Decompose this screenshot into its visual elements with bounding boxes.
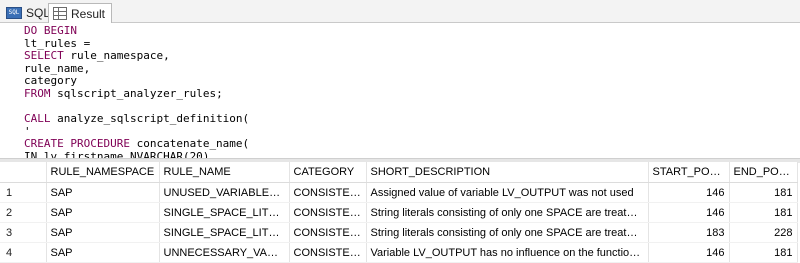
table-icon xyxy=(53,7,67,20)
table-cell[interactable]: UNNECESSARY_VARIABLE xyxy=(159,242,290,263)
table-cell[interactable]: 183 xyxy=(648,222,730,243)
column-header[interactable]: RULE_NAME xyxy=(159,162,290,183)
sql-editor[interactable]: DO BEGIN lt_rules = SELECT rule_namespace,… xyxy=(0,23,800,158)
grid-header: RULE_NAMESPACE RULE_NAME CATEGORY SHORT_DES… xyxy=(0,162,798,183)
code-line: FROM sqlscript_analyzer_rules; xyxy=(24,86,249,101)
table-cell[interactable]: CONSISTENCY xyxy=(289,222,367,243)
table-cell[interactable]: UNUSED_VARIABLE_VALUE xyxy=(159,182,290,203)
table-cell[interactable]: 181 xyxy=(729,202,798,223)
row-number[interactable]: 1 xyxy=(0,182,47,203)
column-header[interactable]: SHORT_DESCRIPTION xyxy=(366,162,649,183)
table-row[interactable]: 1SAPUNUSED_VARIABLE_VALUECONSISTENCYAssi… xyxy=(0,182,798,203)
table-row[interactable]: 2 SAP SINGLE_SPACE_LITERAL CONSISTENCY Strin… xyxy=(0,202,798,223)
table-cell[interactable]: SAP xyxy=(46,202,160,223)
tab-sql-label: SQL xyxy=(26,6,51,20)
table-cell[interactable]: 181 xyxy=(729,182,798,203)
tab-result[interactable]: Result xyxy=(48,3,113,23)
code-area[interactable]: DO BEGIN lt_rules = SELECT rule_namespace,… xyxy=(24,24,250,158)
table-cell[interactable]: SINGLE_SPACE_LITERAL xyxy=(159,222,290,243)
table-cell[interactable]: SAP xyxy=(46,242,160,263)
table-cell[interactable]: 146 xyxy=(648,182,730,203)
code-text: analyze_sqlscript_definition( xyxy=(50,112,250,126)
editor-gutter xyxy=(0,23,20,158)
column-header[interactable]: RULE_NAMESPACE xyxy=(46,162,160,183)
code-keyword: SELECT xyxy=(24,49,64,63)
table-cell[interactable]: Variable LV_OUTPUT has no influence on t… xyxy=(366,242,649,263)
row-number[interactable]: 4 xyxy=(0,242,47,263)
table-cell[interactable]: 228 xyxy=(729,222,798,243)
column-header[interactable]: CATEGORY xyxy=(289,162,367,183)
table-cell[interactable]: CONSISTENCY xyxy=(289,202,367,223)
row-number[interactable]: 3 xyxy=(0,222,47,243)
tab-result-label: Result xyxy=(71,6,106,21)
code-keyword: CREATE PROCEDURE xyxy=(24,137,130,151)
table-row[interactable]: 3 SAP SINGLE_SPACE_LITERAL CONSISTENCY Strin… xyxy=(0,222,798,243)
code-text: IN lv_firstname NVARCHAR(20) xyxy=(24,149,210,158)
table-cell[interactable]: String literals consisting of only one S… xyxy=(366,222,649,243)
sql-icon: SQL xyxy=(6,7,22,19)
table-cell[interactable]: Assigned value of variable LV_OUTPUT was… xyxy=(366,182,649,203)
table-row[interactable]: 4SAPUNNECESSARY_VARIABLECONSISTENCYVaria… xyxy=(0,242,798,263)
column-header[interactable] xyxy=(0,162,47,183)
table-cell[interactable]: SINGLE_SPACE_LITERAL xyxy=(159,202,290,223)
code-text: rule_namespace, xyxy=(63,49,170,63)
table-cell[interactable]: CONSISTENCY xyxy=(289,182,367,203)
table-cell[interactable]: 181 xyxy=(729,242,798,263)
code-line: IN lv_firstname NVARCHAR(20) xyxy=(24,149,249,158)
code-text: category xyxy=(24,74,77,88)
code-line: CALL analyze_sqlscript_definition( xyxy=(24,112,250,126)
code-keyword: FROM xyxy=(24,86,51,100)
table-cell[interactable]: String literals consisting of only one S… xyxy=(366,202,649,223)
code-text: rule_name, xyxy=(24,61,91,75)
column-header[interactable]: END_POSITION xyxy=(729,162,798,183)
table-cell[interactable]: SAP xyxy=(46,182,160,203)
code-text: lt_rules = xyxy=(24,36,91,50)
code-keyword: DO BEGIN xyxy=(24,24,77,37)
table-cell[interactable]: CONSISTENCY xyxy=(289,242,367,263)
table-cell[interactable]: 146 xyxy=(648,202,730,223)
tab-bar: SQL SQL Result xyxy=(0,0,800,23)
column-header[interactable]: START_POSITION xyxy=(648,162,730,183)
code-text: ' xyxy=(24,124,31,138)
code-text: sqlscript_analyzer_rules; xyxy=(50,86,223,100)
table-cell[interactable]: 146 xyxy=(648,242,730,263)
code-keyword: CALL xyxy=(24,112,51,126)
result-grid[interactable]: RULE_NAMESPACE RULE_NAME CATEGORY SHORT_DES… xyxy=(0,162,800,263)
table-cell[interactable]: SAP xyxy=(46,222,160,243)
row-number[interactable]: 2 xyxy=(0,202,47,223)
tab-sql[interactable]: SQL SQL xyxy=(6,4,50,22)
code-text: concatenate_name( xyxy=(129,137,250,151)
